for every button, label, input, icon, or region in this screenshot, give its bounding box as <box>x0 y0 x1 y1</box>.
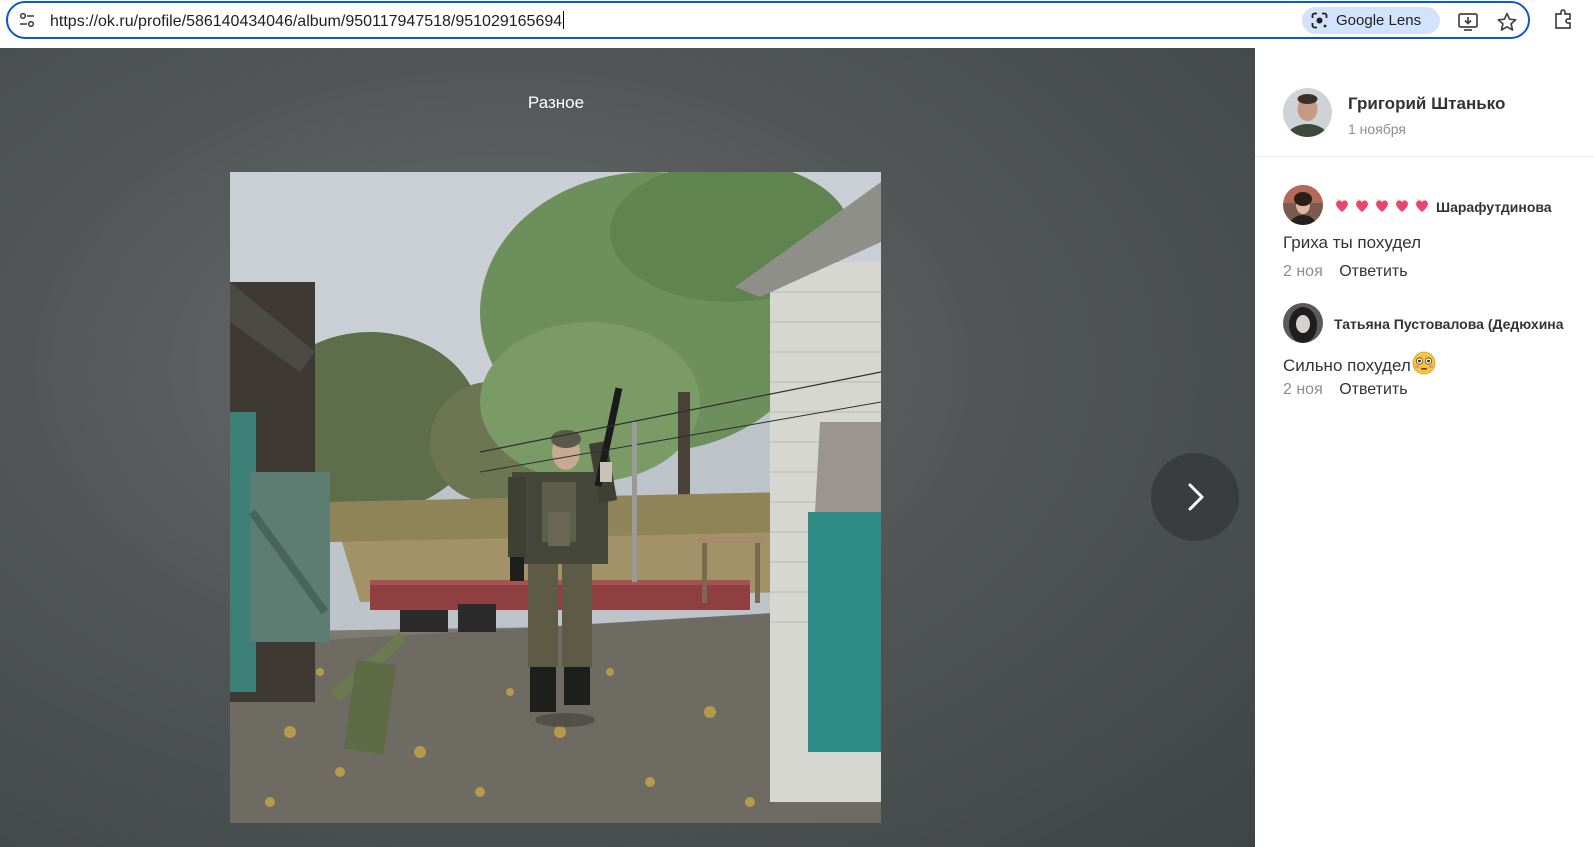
post-date: 1 ноября <box>1348 121 1407 137</box>
url-text[interactable]: https://ok.ru/profile/586140434046/album… <box>50 11 565 31</box>
next-photo-button[interactable] <box>1151 453 1239 541</box>
sparkling-heart-emoji-icon <box>1336 199 1428 212</box>
commenter-avatar[interactable] <box>1283 185 1323 225</box>
reply-button[interactable]: Ответить <box>1339 381 1407 398</box>
site-settings-icon[interactable] <box>18 11 36 29</box>
commenter-avatar[interactable] <box>1283 303 1323 343</box>
google-lens-label: Google Lens <box>1336 12 1422 29</box>
comment-text: Сильно похудел <box>1283 351 1436 376</box>
google-lens-button[interactable]: Google Lens <box>1302 7 1440 34</box>
comment-meta: 2 ноя Ответить <box>1283 381 1408 399</box>
chevron-right-icon <box>1188 483 1204 511</box>
photo-image <box>230 172 881 823</box>
post-author-block: Григорий Штанько 1 ноября <box>1255 48 1594 157</box>
commenter-name[interactable]: Шарафутдинова <box>1334 198 1552 215</box>
main-photo[interactable] <box>230 172 881 823</box>
flushed-face-emoji-icon <box>1412 351 1436 375</box>
comment-item: Шарафутдинова Гриха ты похудел 2 ноя Отв… <box>1255 185 1594 295</box>
commenter-name[interactable]: Татьяна Пустовалова (Дедюхина <box>1334 316 1564 332</box>
extensions-icon[interactable] <box>1552 8 1576 30</box>
google-lens-icon <box>1311 12 1328 29</box>
commenter-avatar-image <box>1283 303 1323 343</box>
album-title[interactable]: Разное <box>0 93 1112 113</box>
comment-date: 2 ноя <box>1283 381 1323 398</box>
comment-meta: 2 ноя Ответить <box>1283 263 1408 281</box>
author-avatar[interactable] <box>1283 88 1332 137</box>
side-panel: Григорий Штанько 1 ноября Шарафутдинова … <box>1255 48 1594 847</box>
author-avatar-image <box>1283 88 1332 137</box>
commenter-avatar-image <box>1283 185 1323 225</box>
comment-date: 2 ноя <box>1283 263 1323 280</box>
comment-text: Гриха ты похудел <box>1283 233 1422 252</box>
text-caret <box>563 11 565 29</box>
install-app-icon[interactable] <box>1457 11 1479 33</box>
bookmark-star-icon[interactable] <box>1496 11 1518 33</box>
author-name[interactable]: Григорий Штанько <box>1348 94 1505 114</box>
address-bar[interactable]: https://ok.ru/profile/586140434046/album… <box>6 1 1530 39</box>
reply-button[interactable]: Ответить <box>1339 263 1407 280</box>
comment-item: Татьяна Пустовалова (Дедюхина Сильно пох… <box>1255 303 1594 413</box>
browser-toolbar: https://ok.ru/profile/586140434046/album… <box>0 0 1594 48</box>
photo-viewer: Разное <box>0 48 1255 847</box>
